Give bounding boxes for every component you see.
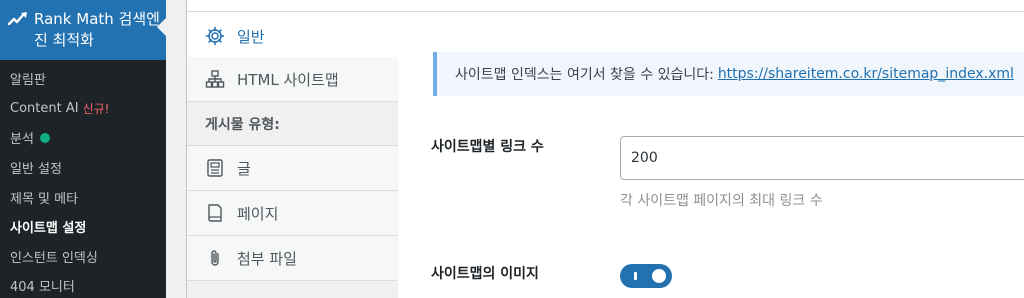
links-per-sitemap-description: 각 사이트맵 페이지의 최대 링크 수 bbox=[620, 193, 823, 209]
sitemap-icon bbox=[205, 69, 225, 89]
submenu-item-404-monitor[interactable]: 404 모니터 bbox=[0, 271, 166, 298]
tab-general[interactable]: 일반 bbox=[187, 12, 399, 60]
submenu-item-label: 인스턴트 인덱싱 bbox=[10, 250, 98, 266]
submenu-item-label: 분석 bbox=[10, 132, 34, 148]
toggle-on-indicator bbox=[634, 272, 637, 280]
images-in-sitemap-label: 사이트맵의 이미지 bbox=[431, 266, 539, 282]
status-dot-icon bbox=[39, 132, 50, 143]
submenu-item-instant-indexing[interactable]: 인스턴트 인덱싱 bbox=[0, 242, 166, 272]
more-tabs-heading bbox=[187, 281, 398, 298]
submenu-item-content-ai[interactable]: Content AI 신규! bbox=[0, 94, 166, 124]
submenu-item-label: 알림판 bbox=[10, 73, 46, 89]
submenu-item-label: 404 모니터 bbox=[10, 280, 75, 296]
sitemap-index-link[interactable]: https://shareitem.co.kr/sitemap_index.xm… bbox=[718, 66, 1014, 82]
rank-math-menu-header[interactable]: Rank Math 검색엔진 최적화 bbox=[0, 0, 166, 60]
submenu-item-general-settings[interactable]: 일반 설정 bbox=[0, 153, 166, 183]
submenu-item-dashboard[interactable]: 알림판 bbox=[0, 64, 166, 94]
admin-sidebar: Rank Math 검색엔진 최적화 알림판 Content AI 신규! 분석 … bbox=[0, 0, 166, 298]
section-heading-label: 게시물 유형: bbox=[205, 116, 280, 133]
tab-pages[interactable]: 페이지 bbox=[187, 191, 398, 236]
tab-attachments[interactable]: 첨부 파일 bbox=[187, 236, 398, 281]
submenu-item-sitemap-settings[interactable]: 사이트맵 설정 bbox=[0, 212, 166, 242]
submenu-item-titles-meta[interactable]: 제목 및 메타 bbox=[0, 182, 166, 212]
post-icon bbox=[205, 158, 225, 178]
tab-label: 페이지 bbox=[237, 204, 279, 223]
new-badge: 신규! bbox=[82, 101, 110, 116]
tab-label: 일반 bbox=[237, 27, 265, 46]
submenu-item-label: 사이트맵 설정 bbox=[10, 221, 87, 237]
tab-html-sitemap[interactable]: HTML 사이트맵 bbox=[187, 57, 398, 102]
paperclip-icon bbox=[205, 248, 225, 268]
submenu-item-analytics[interactable]: 분석 bbox=[0, 123, 166, 153]
tab-label: HTML 사이트맵 bbox=[237, 70, 339, 89]
images-in-sitemap-toggle[interactable] bbox=[620, 264, 672, 288]
current-menu-arrow bbox=[157, 18, 166, 36]
page-icon bbox=[205, 203, 225, 223]
gear-icon bbox=[205, 26, 225, 46]
rank-math-menu-title: Rank Math 검색엔진 최적화 bbox=[34, 10, 160, 49]
settings-tabs: 일반 HTML 사이트맵 게시물 유형: 글 페이지 첨부 파일 bbox=[187, 12, 399, 298]
settings-panel: 일반 HTML 사이트맵 게시물 유형: 글 페이지 첨부 파일 사이트맵 인덱… bbox=[186, 0, 1024, 298]
rank-math-logo-icon bbox=[8, 12, 27, 26]
post-types-heading: 게시물 유형: bbox=[187, 102, 398, 146]
links-per-sitemap-input[interactable]: 200 bbox=[620, 136, 1024, 180]
submenu-item-label: 일반 설정 bbox=[10, 162, 62, 178]
toggle-knob bbox=[652, 269, 666, 283]
submenu-item-label: Content AI bbox=[10, 100, 79, 116]
rank-math-submenu: 알림판 Content AI 신규! 분석 일반 설정 제목 및 메타 사이트맵 … bbox=[0, 64, 166, 298]
tab-label: 글 bbox=[237, 159, 251, 178]
notice-text: 사이트맵 인덱스는 여기서 찾을 수 있습니다: bbox=[455, 67, 714, 83]
submenu-item-label: 제목 및 메타 bbox=[10, 191, 79, 207]
links-per-sitemap-label: 사이트맵별 링크 수 bbox=[431, 139, 544, 155]
general-settings-content: 사이트맵 인덱스는 여기서 찾을 수 있습니다: https://shareit… bbox=[419, 12, 1024, 298]
panel-top-divider bbox=[187, 0, 1024, 12]
tab-label: 첨부 파일 bbox=[237, 249, 297, 268]
tab-posts[interactable]: 글 bbox=[187, 146, 398, 191]
sitemap-index-notice: 사이트맵 인덱스는 여기서 찾을 수 있습니다: https://shareit… bbox=[433, 52, 1024, 96]
